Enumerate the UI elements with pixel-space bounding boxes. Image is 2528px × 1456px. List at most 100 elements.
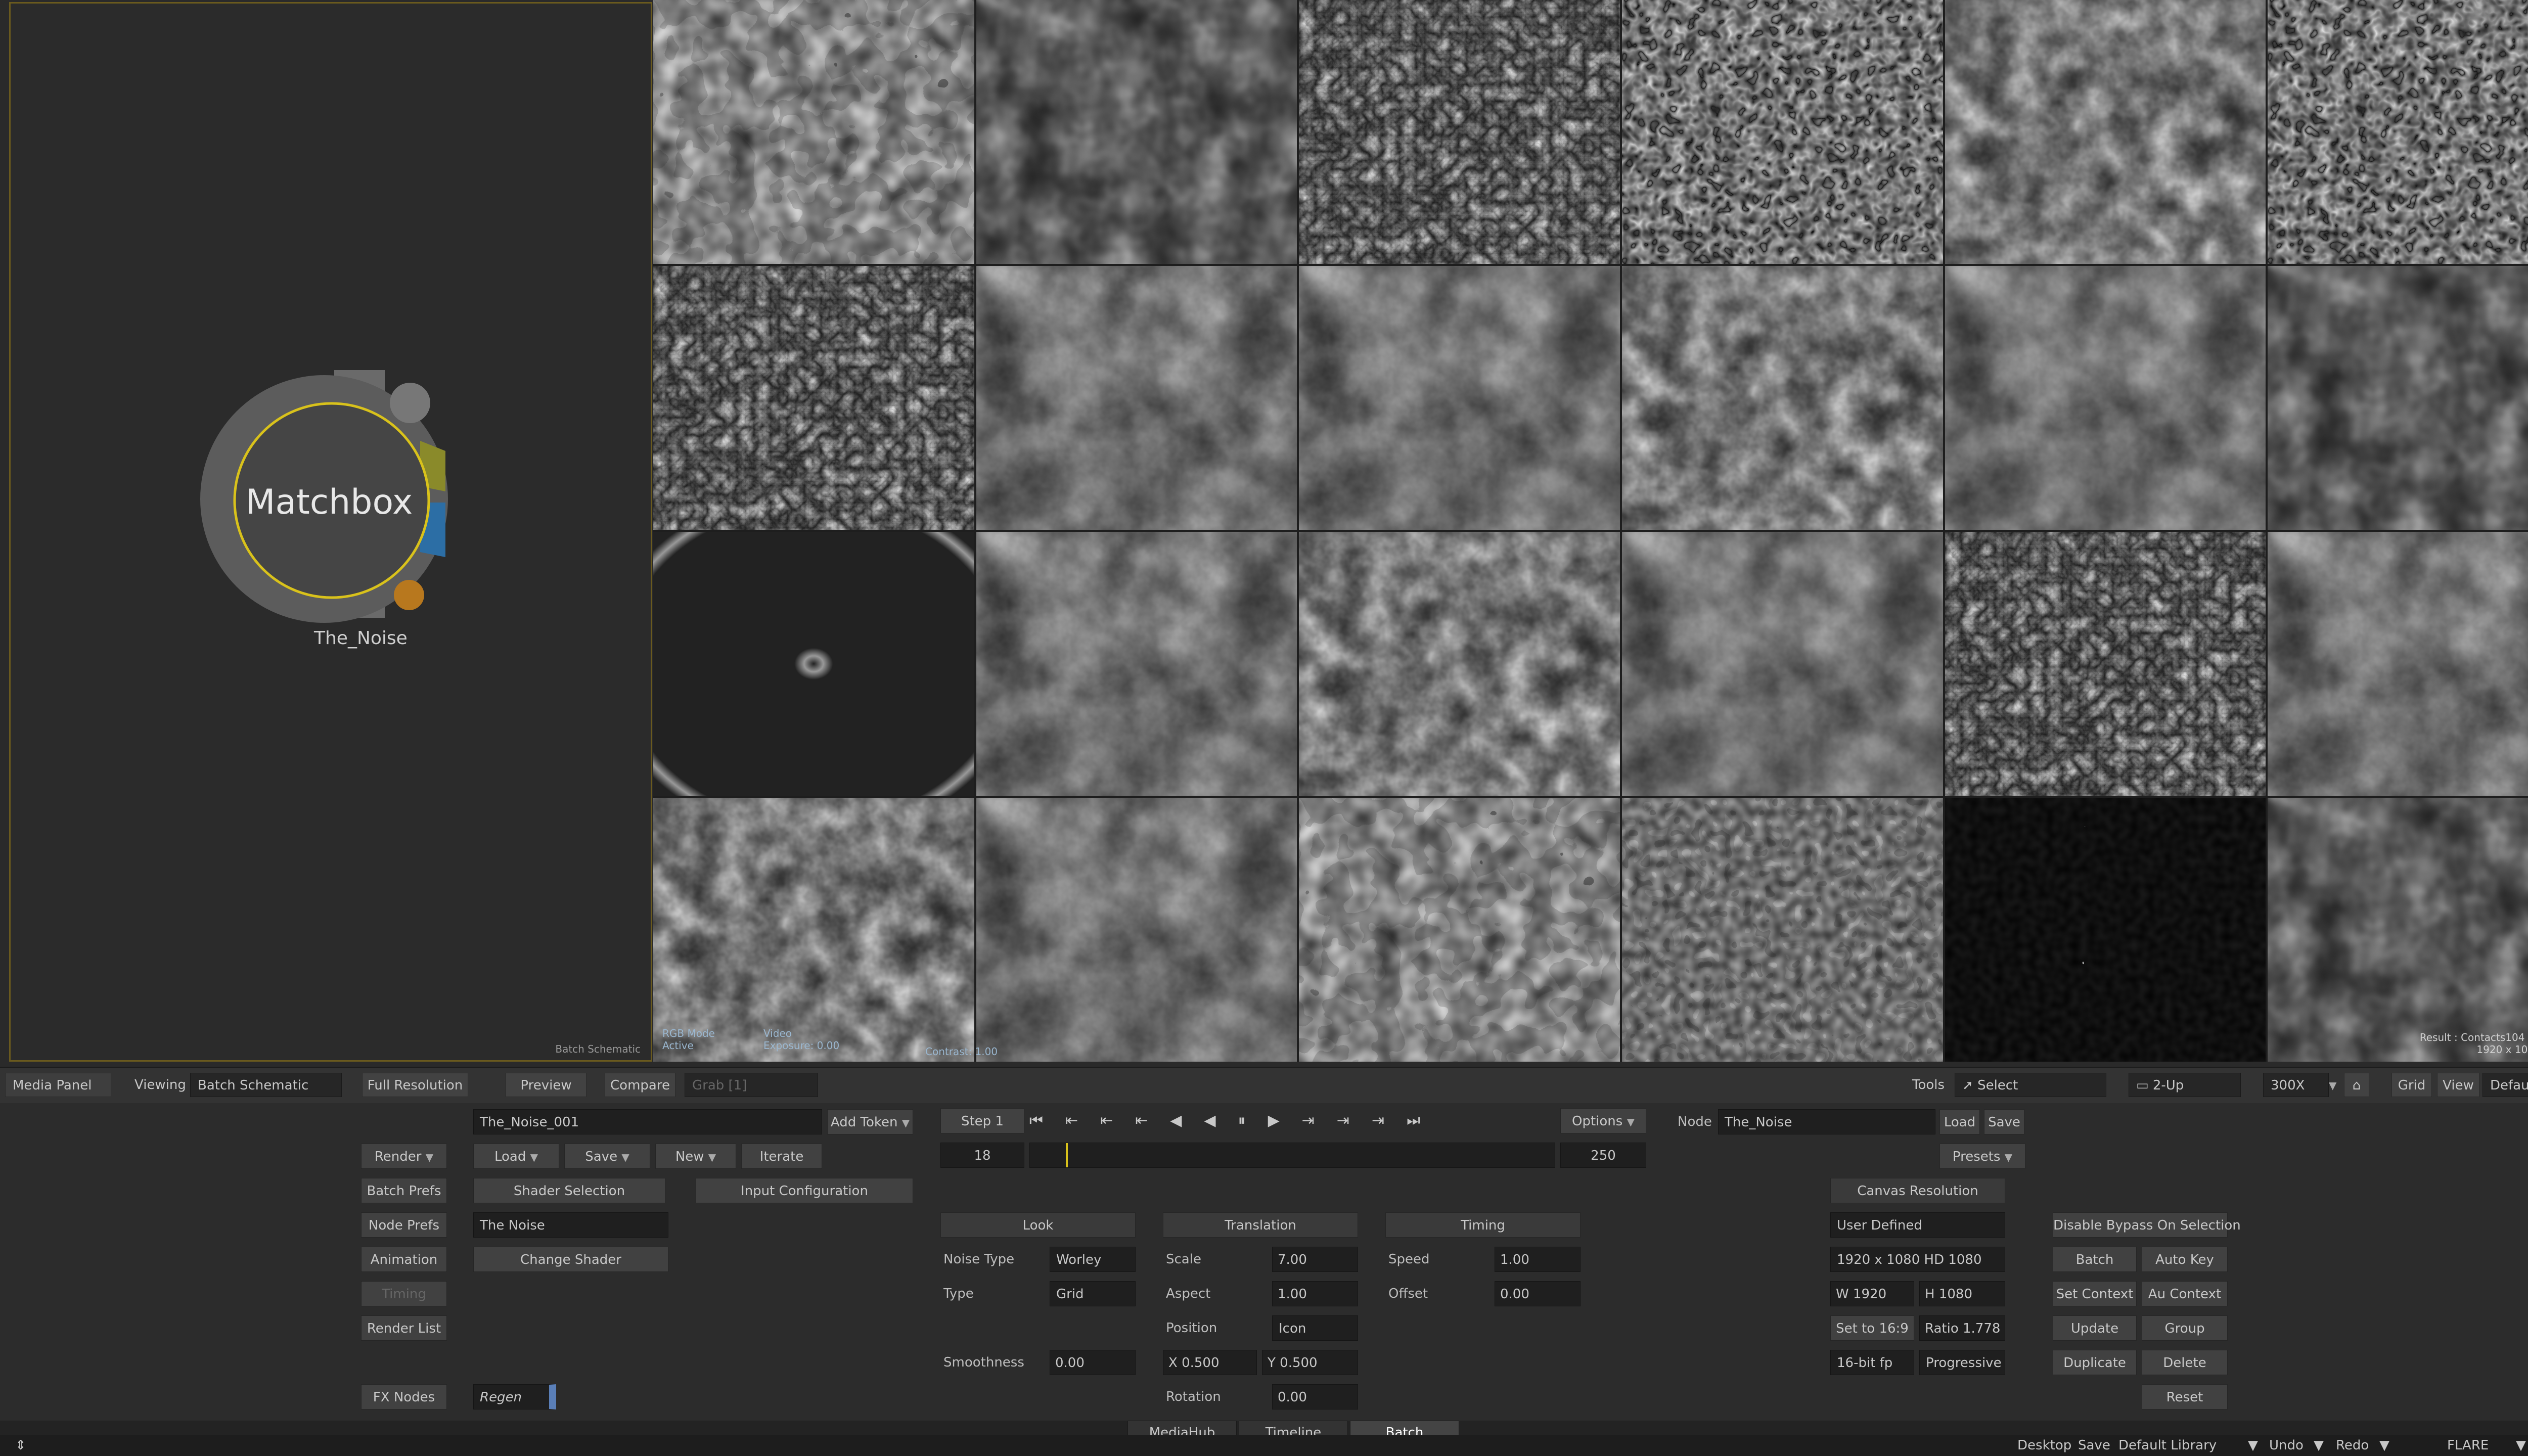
- compare-button[interactable]: Compare: [605, 1073, 675, 1097]
- node-load-button[interactable]: Load: [1939, 1109, 1980, 1134]
- view-button[interactable]: View: [2437, 1073, 2479, 1097]
- expand-icon[interactable]: ⇕: [15, 1435, 26, 1456]
- shader-selection-button[interactable]: Shader Selection: [473, 1178, 665, 1203]
- render-list-button[interactable]: Render List: [361, 1315, 447, 1341]
- play-icon[interactable]: ▶: [1268, 1112, 1302, 1129]
- batch-prefs-button[interactable]: Batch Prefs: [361, 1178, 447, 1203]
- set-ratio-button[interactable]: Set to 16:9: [1830, 1315, 1914, 1341]
- grab-field[interactable]: Grab [1]: [685, 1073, 818, 1097]
- noise-thumbnail[interactable]: [1622, 798, 1943, 1062]
- noise-thumbnail[interactable]: [1299, 532, 1620, 796]
- noise-thumbnail[interactable]: [653, 0, 974, 264]
- presets-button[interactable]: Presets ▼: [1939, 1144, 2025, 1169]
- add-token-button[interactable]: Add Token ▼: [827, 1109, 913, 1134]
- noise-thumbnail[interactable]: [2268, 532, 2528, 796]
- timing-button[interactable]: Timing: [361, 1281, 447, 1306]
- playhead[interactable]: [1065, 1143, 1068, 1167]
- noise-thumbnail[interactable]: [1299, 798, 1620, 1062]
- chevron-down-icon[interactable]: ▼: [2379, 1435, 2389, 1456]
- noise-thumbnail[interactable]: [1299, 0, 1620, 264]
- noise-thumbnail[interactable]: [976, 532, 1297, 796]
- go-to-start-icon[interactable]: ⏮: [1029, 1112, 1065, 1129]
- noise-thumbnail[interactable]: [1945, 532, 2266, 796]
- zoom-field[interactable]: 300X: [2263, 1073, 2329, 1097]
- change-shader-button[interactable]: Change Shader: [473, 1247, 668, 1272]
- ratio-field[interactable]: Ratio 1.778: [1919, 1315, 2005, 1341]
- animation-button[interactable]: Animation: [361, 1247, 447, 1272]
- node-name-field[interactable]: The_Noise_001: [473, 1109, 822, 1134]
- delete-button[interactable]: Delete: [2142, 1350, 2228, 1375]
- aspect-field[interactable]: 1.00: [1272, 1281, 1358, 1306]
- new-button[interactable]: New ▼: [655, 1144, 736, 1169]
- select-tool[interactable]: ➚ Select: [1955, 1073, 2106, 1097]
- prev-mark-icon[interactable]: ⇤: [1100, 1112, 1135, 1129]
- auto-key-button[interactable]: Auto Key: [2142, 1247, 2228, 1272]
- noise-thumbnail[interactable]: [976, 0, 1297, 264]
- canvas-format-select[interactable]: 1920 x 1080 HD 1080: [1830, 1247, 2005, 1272]
- offset-field[interactable]: 0.00: [1495, 1281, 1581, 1306]
- prev-key-frame-icon[interactable]: ⇤: [1135, 1112, 1170, 1129]
- position-mode-select[interactable]: Icon: [1272, 1315, 1358, 1341]
- rotation-field[interactable]: 0.00: [1272, 1384, 1358, 1409]
- noise-thumbnail[interactable]: [1945, 798, 2266, 1062]
- au-context-button[interactable]: Au Context: [2142, 1281, 2228, 1306]
- position-y-field[interactable]: Y 0.500: [1262, 1350, 1358, 1375]
- chevron-down-icon[interactable]: ▼: [2314, 1435, 2324, 1456]
- step-button[interactable]: Step 1: [940, 1108, 1024, 1133]
- grid-button[interactable]: Grid: [2391, 1073, 2432, 1097]
- duplicate-button[interactable]: Duplicate: [2053, 1350, 2137, 1375]
- preview-button[interactable]: Preview: [506, 1073, 586, 1097]
- noise-thumbnail[interactable]: [1622, 532, 1943, 796]
- thumbnail-grid[interactable]: [653, 0, 2528, 1062]
- prev-key-icon[interactable]: ⇤: [1065, 1112, 1100, 1129]
- node-save-button[interactable]: Save: [1984, 1109, 2024, 1134]
- next-key-icon[interactable]: ⇥: [1372, 1112, 1407, 1129]
- play-reverse-icon[interactable]: ◀: [1204, 1112, 1238, 1129]
- undo-button[interactable]: Undo: [2269, 1435, 2304, 1456]
- iterate-button[interactable]: Iterate: [741, 1144, 822, 1169]
- update-button[interactable]: Update: [2053, 1315, 2137, 1341]
- transport-controls[interactable]: ⏮⇤⇤⇤◀◀⏸▶⇥⇥⇥⏭: [1029, 1108, 1535, 1133]
- current-frame-field[interactable]: 18: [940, 1143, 1024, 1168]
- noise-thumbnail[interactable]: [1622, 266, 1943, 530]
- noise-thumbnail[interactable]: [976, 798, 1297, 1062]
- end-frame-field[interactable]: 250: [1560, 1143, 1646, 1168]
- canvas-preset-select[interactable]: User Defined: [1830, 1212, 2005, 1238]
- canvas-height-field[interactable]: H 1080: [1919, 1281, 2005, 1306]
- canvas-width-field[interactable]: W 1920: [1830, 1281, 1914, 1306]
- library-select[interactable]: Default Library: [2118, 1435, 2217, 1456]
- group-button[interactable]: Group: [2142, 1315, 2228, 1341]
- scan-mode-select[interactable]: Progressive: [1919, 1350, 2005, 1375]
- noise-thumbnail[interactable]: [2268, 798, 2528, 1062]
- noise-type-select[interactable]: Worley: [1050, 1247, 1136, 1272]
- frame-scrubber[interactable]: [1029, 1143, 1555, 1168]
- smoothness-field[interactable]: 0.00: [1050, 1350, 1136, 1375]
- set-context-button[interactable]: Set Context: [2053, 1281, 2137, 1306]
- reset-button[interactable]: Reset: [2142, 1384, 2228, 1409]
- noise-thumbnail[interactable]: [653, 266, 974, 530]
- status-save-button[interactable]: Save: [2078, 1435, 2110, 1456]
- step-back-icon[interactable]: ◀: [1170, 1112, 1204, 1129]
- noise-thumbnail[interactable]: [1299, 266, 1620, 530]
- noise-thumbnail[interactable]: [653, 532, 974, 796]
- scale-field[interactable]: 7.00: [1272, 1247, 1358, 1272]
- speed-field[interactable]: 1.00: [1495, 1247, 1581, 1272]
- media-panel-dropdown[interactable]: Media Panel ▼: [5, 1073, 111, 1116]
- chevron-down-icon[interactable]: ▼: [2248, 1435, 2258, 1456]
- shader-name-field[interactable]: The Noise: [473, 1212, 668, 1238]
- chevron-down-icon[interactable]: ▼: [2329, 1073, 2336, 1097]
- next-mark-icon[interactable]: ⇥: [1337, 1112, 1372, 1129]
- position-x-field[interactable]: X 0.500: [1163, 1350, 1257, 1375]
- next-key-frame-icon[interactable]: ⇥: [1302, 1112, 1337, 1129]
- regen-toggle[interactable]: Regen: [473, 1384, 556, 1409]
- home-icon[interactable]: ⌂: [2344, 1073, 2369, 1097]
- batch-button[interactable]: Batch: [2053, 1247, 2137, 1272]
- noise-thumbnail[interactable]: [2268, 266, 2528, 530]
- pause-icon[interactable]: ⏸: [1238, 1112, 1268, 1129]
- node-prefs-button[interactable]: Node Prefs: [361, 1212, 447, 1238]
- type-select[interactable]: Grid: [1050, 1281, 1136, 1306]
- options-button[interactable]: Options ▼: [1560, 1108, 1646, 1133]
- matchbox-node[interactable]: Matchbox The_Noise: [198, 370, 461, 649]
- save-button[interactable]: Save ▼: [564, 1144, 650, 1169]
- load-button[interactable]: Load ▼: [473, 1144, 559, 1169]
